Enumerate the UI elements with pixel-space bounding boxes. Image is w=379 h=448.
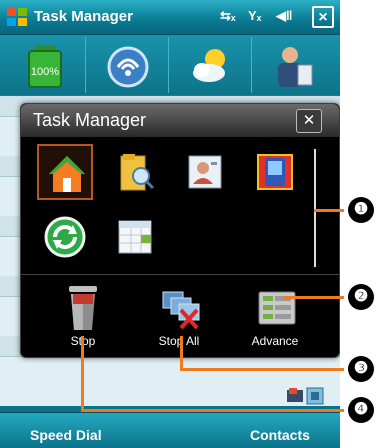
app-device-app[interactable] xyxy=(247,144,303,200)
callout-4-line-v xyxy=(81,336,84,412)
callout-badge-2: ❷ xyxy=(348,284,374,310)
callout-3-line-h xyxy=(180,368,344,371)
shortcut-bar: 100% xyxy=(0,35,340,95)
app-activesync[interactable] xyxy=(37,209,93,265)
dialog-title: Task Manager xyxy=(33,110,147,130)
volume-icon[interactable]: ◀︎ǁ xyxy=(276,8,292,24)
dialog-separator xyxy=(21,274,339,275)
dialog-header: Task Manager ✕ xyxy=(21,104,339,137)
softkey-bar: Speed Dial Contacts xyxy=(0,412,340,448)
softkey-left[interactable]: Speed Dial xyxy=(30,427,102,443)
battery-tile[interactable]: 100% xyxy=(5,37,86,93)
pda-icon xyxy=(257,154,293,190)
callout-badge-4: ❹ xyxy=(348,397,374,423)
contact-card-icon xyxy=(188,155,222,189)
stop-all-button[interactable]: Stop All xyxy=(139,280,219,350)
callout-2-line xyxy=(283,296,344,299)
signal-icon[interactable]: Yₓ xyxy=(248,8,261,23)
calendar-icon xyxy=(118,220,152,254)
connectivity-icon[interactable]: ⇆ₓ xyxy=(220,8,236,24)
callout-1-line xyxy=(314,209,344,212)
person-icon xyxy=(278,47,313,87)
device-screen: Task Manager ⇆ₓ Yₓ ◀︎ǁ × 100% Speed Dial… xyxy=(0,0,340,448)
app-contacts[interactable] xyxy=(177,144,233,200)
stop-all-label: Stop All xyxy=(158,334,200,348)
callout-4-line-h xyxy=(81,409,344,412)
battery-level-label: 100% xyxy=(31,66,59,78)
trash-can-icon xyxy=(69,286,97,330)
tray-icons[interactable] xyxy=(287,386,327,406)
dialog-close-button[interactable]: ✕ xyxy=(296,109,322,133)
wireless-manager-icon xyxy=(107,46,149,88)
contacts-tile[interactable] xyxy=(254,37,334,93)
advanced-settings-icon xyxy=(258,291,296,325)
battery-icon: 100% xyxy=(28,45,62,88)
screenshot-root: Task Manager ⇆ₓ Yₓ ◀︎ǁ × 100% Speed Dial… xyxy=(0,0,379,448)
title-bar: Task Manager ⇆ₓ Yₓ ◀︎ǁ × xyxy=(0,0,340,35)
task-manager-dialog: Task Manager ✕ Stop All Advance xyxy=(20,103,340,358)
callout-badge-1: ❶ xyxy=(348,197,374,223)
app-today-home[interactable] xyxy=(37,144,93,200)
app-calendar[interactable] xyxy=(107,209,163,265)
stop-all-icon xyxy=(162,291,200,330)
softkey-right[interactable]: Contacts xyxy=(250,427,310,443)
weather-icon xyxy=(193,49,225,82)
folder-search-icon xyxy=(120,154,155,191)
sync-icon xyxy=(44,216,86,258)
advance-button[interactable]: Advance xyxy=(235,280,315,350)
app-list-scroll-indicator xyxy=(314,149,316,267)
close-icon[interactable]: × xyxy=(312,6,334,28)
wireless-tile[interactable] xyxy=(88,37,169,93)
app-file-explorer[interactable] xyxy=(107,144,163,200)
advance-label: Advance xyxy=(251,334,299,348)
callout-3-line-v xyxy=(180,336,183,370)
window-title: Task Manager xyxy=(34,8,133,25)
weather-tile[interactable] xyxy=(171,37,252,93)
callout-badge-3: ❸ xyxy=(348,356,374,382)
start-flag-icon[interactable] xyxy=(6,6,28,28)
home-icon xyxy=(49,156,85,192)
